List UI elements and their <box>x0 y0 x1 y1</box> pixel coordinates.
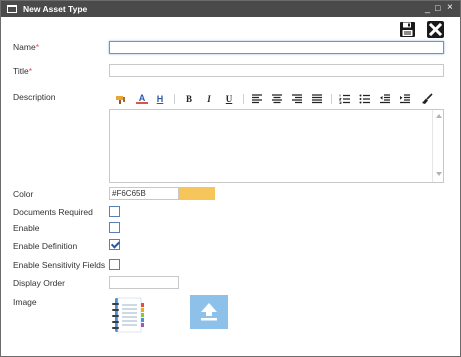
toolbar-separator <box>243 94 244 104</box>
align-left-icon[interactable] <box>251 92 263 106</box>
bullet-list-icon[interactable] <box>359 92 371 106</box>
italic-icon[interactable]: I <box>203 92 215 106</box>
numbered-list-icon[interactable] <box>339 92 351 106</box>
bold-icon[interactable]: B <box>183 92 195 106</box>
close-icon[interactable] <box>427 21 444 38</box>
justify-icon[interactable] <box>311 92 323 106</box>
format-painter-icon[interactable] <box>115 92 127 106</box>
color-input[interactable]: #F6C65B <box>109 187 179 200</box>
enable-sensitivity-fields-checkbox[interactable] <box>109 259 120 270</box>
floppy-disk-icon[interactable] <box>399 21 416 38</box>
scroll-up-icon[interactable] <box>436 114 442 118</box>
highlight-icon[interactable]: H <box>154 92 166 106</box>
enable-checkbox[interactable] <box>109 222 120 233</box>
outdent-icon[interactable] <box>379 92 391 106</box>
font-color-icon[interactable]: A <box>136 92 148 104</box>
dialog-title: New Asset Type <box>23 4 88 14</box>
required-mark: * <box>28 66 33 76</box>
underline-icon[interactable]: U <box>223 92 235 106</box>
close-window-button[interactable]: × <box>447 2 453 13</box>
align-center-icon[interactable] <box>271 92 283 106</box>
required-mark: * <box>35 42 39 52</box>
enable-label: Enable <box>13 223 40 233</box>
toolbar-separator <box>331 94 332 104</box>
color-label: Color <box>13 189 34 199</box>
enable-sensitivity-fields-label: Enable Sensitivity Fields <box>13 260 106 270</box>
minimize-button[interactable]: _ <box>425 3 430 13</box>
documents-required-checkbox[interactable] <box>109 206 120 217</box>
dialog-titlebar: New Asset Type _ □ × <box>1 1 460 17</box>
documents-required-label: Documents Required <box>13 207 93 217</box>
enable-definition-checkbox[interactable] <box>109 239 120 250</box>
new-asset-type-dialog: New Asset Type _ □ × Name* Title* Descri… <box>0 0 461 357</box>
display-order-input[interactable] <box>109 276 179 289</box>
rich-text-toolbar: A H B I U <box>109 89 444 109</box>
upload-icon[interactable] <box>190 295 228 329</box>
window-icon <box>7 5 17 13</box>
display-order-label: Display Order <box>13 278 65 288</box>
title-input[interactable] <box>109 64 444 77</box>
indent-icon[interactable] <box>399 92 411 106</box>
color-swatch[interactable] <box>179 187 215 200</box>
description-editor[interactable] <box>109 109 444 183</box>
description-label: Description <box>13 92 56 102</box>
enable-definition-label: Enable Definition <box>13 241 78 251</box>
image-label: Image <box>13 297 37 307</box>
notebook-icon <box>112 297 144 333</box>
maximize-button[interactable]: □ <box>435 3 440 13</box>
align-right-icon[interactable] <box>291 92 303 106</box>
title-label: Title* <box>13 66 33 76</box>
editor-scrollbar[interactable] <box>432 110 443 182</box>
clear-formatting-icon[interactable] <box>421 92 433 106</box>
name-input[interactable] <box>109 41 444 54</box>
scroll-down-icon[interactable] <box>436 172 442 176</box>
name-label: Name* <box>13 42 39 52</box>
toolbar-separator <box>174 94 175 104</box>
